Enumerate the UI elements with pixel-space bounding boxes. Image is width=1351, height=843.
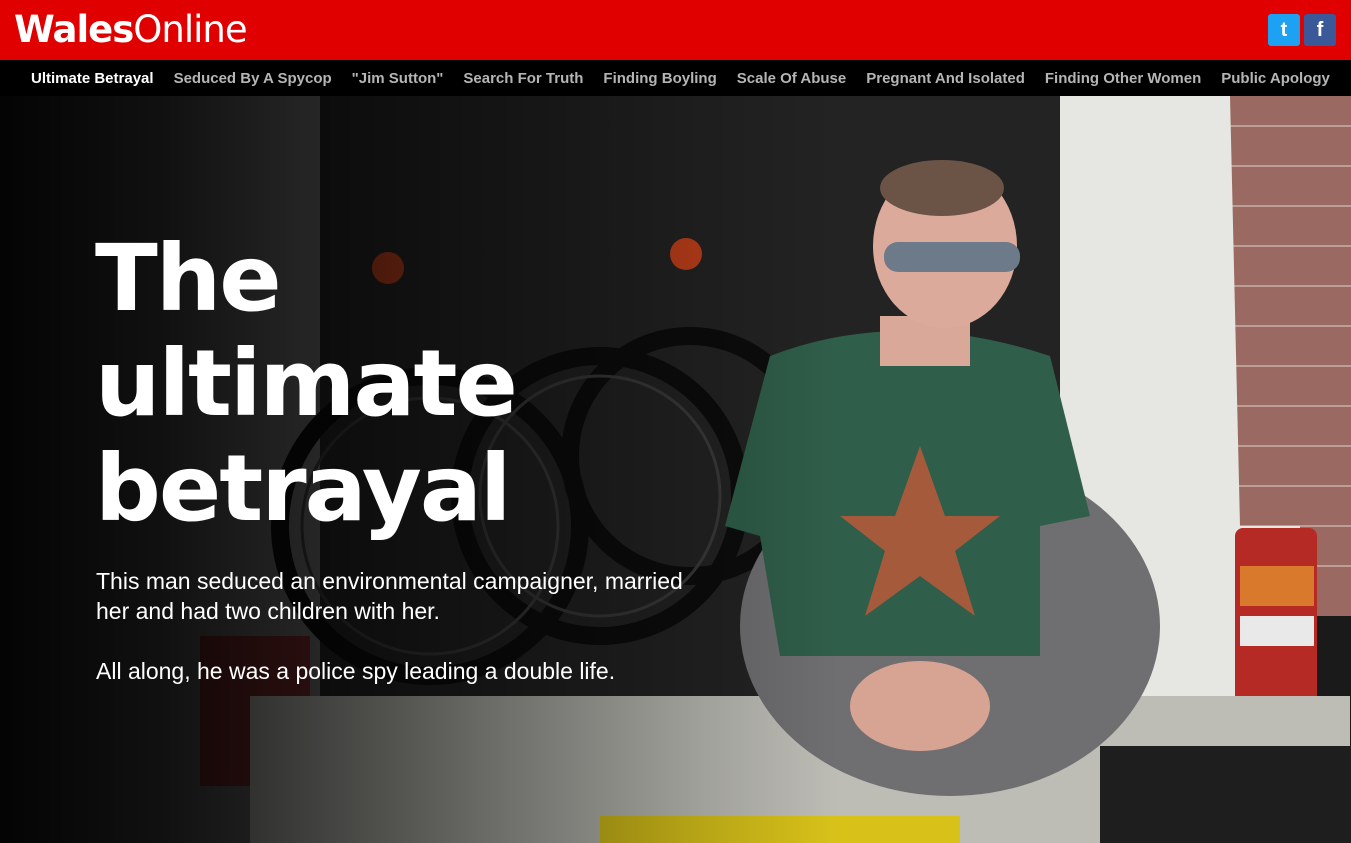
chapter-nav: Ultimate Betrayal Seduced By A Spycop "J… <box>0 60 1351 96</box>
nav-item-pregnant-and-isolated[interactable]: Pregnant And Isolated <box>856 70 1035 87</box>
nav-item-seduced-by-a-spycop[interactable]: Seduced By A Spycop <box>164 70 342 87</box>
facebook-icon: f <box>1316 19 1324 41</box>
headline-line-2: ultimate <box>95 330 518 437</box>
headline-line-1: The <box>95 225 282 332</box>
site-header: WalesOnline t f <box>0 0 1351 60</box>
nav-item-scale-of-abuse[interactable]: Scale Of Abuse <box>727 70 856 87</box>
nav-item-jim-sutton[interactable]: "Jim Sutton" <box>342 70 454 87</box>
logo-bold-text: Wales <box>14 8 134 51</box>
intro-paragraph-2: All along, he was a police spy leading a… <box>96 658 616 684</box>
headline-line-3: betrayal <box>95 435 511 542</box>
hero-section: The ultimate betrayal This man seduced a… <box>0 96 1351 843</box>
nav-item-ultimate-betrayal[interactable]: Ultimate Betrayal <box>21 70 164 87</box>
nav-item-finding-boyling[interactable]: Finding Boyling <box>593 70 726 87</box>
nav-item-public-apology[interactable]: Public Apology <box>1211 70 1340 87</box>
site-logo[interactable]: WalesOnline <box>14 6 248 54</box>
nav-item-search-for-truth[interactable]: Search For Truth <box>453 70 593 87</box>
hero-intro: This man seduced an environmental campai… <box>96 566 696 716</box>
logo-light-text: Online <box>133 8 247 51</box>
twitter-share-button[interactable]: t <box>1268 14 1300 46</box>
nav-item-finding-other-women[interactable]: Finding Other Women <box>1035 70 1211 87</box>
facebook-share-button[interactable]: f <box>1304 14 1336 46</box>
intro-paragraph-1: This man seduced an environmental campai… <box>96 568 683 624</box>
twitter-icon: t <box>1280 19 1288 41</box>
page-title: The ultimate betrayal <box>95 226 615 541</box>
